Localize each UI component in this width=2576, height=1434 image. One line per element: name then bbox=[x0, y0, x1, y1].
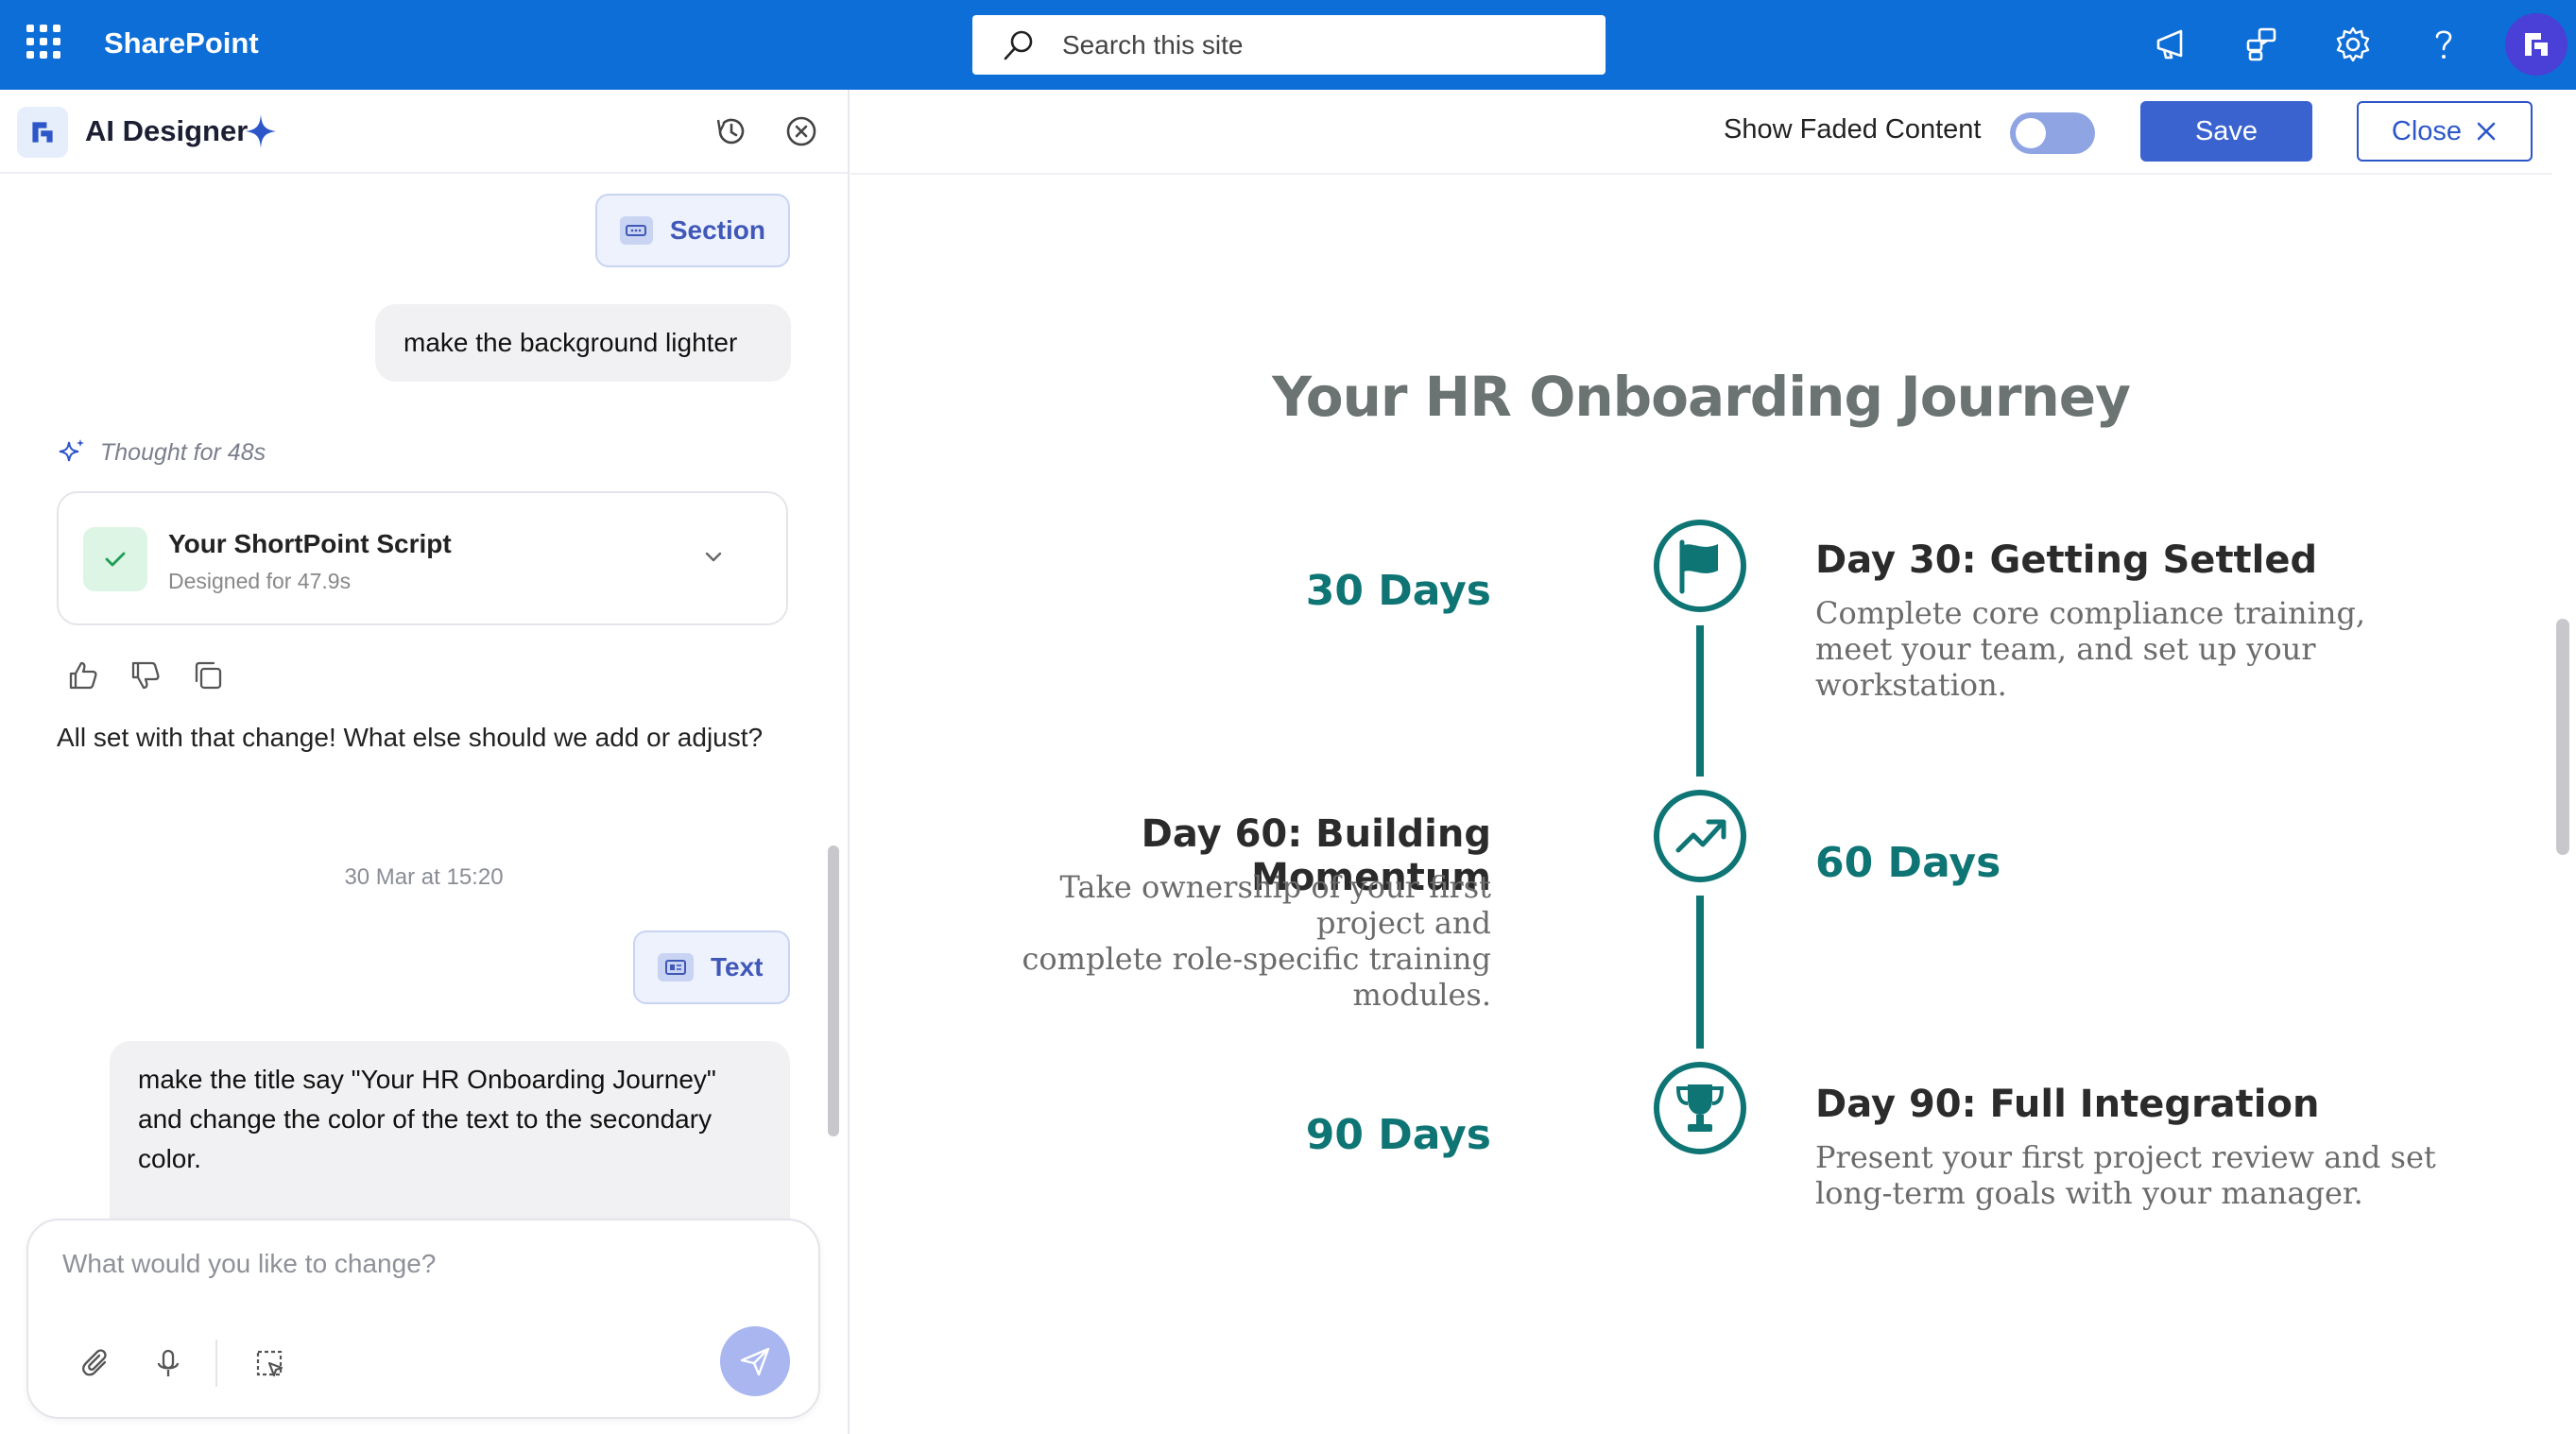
message-timestamp: 30 Mar at 15:20 bbox=[344, 864, 504, 890]
check-icon bbox=[83, 527, 147, 591]
page-title[interactable]: Your HR Onboarding Journey bbox=[850, 365, 2551, 429]
search-box[interactable] bbox=[972, 15, 1606, 75]
milestone-description: Take ownership of your first project and… bbox=[1022, 869, 1491, 1013]
send-icon bbox=[740, 1347, 770, 1376]
design-canvas[interactable]: Your HR Onboarding Journey 30 Days Day 3… bbox=[850, 176, 2551, 1434]
close-button[interactable]: Close bbox=[2357, 101, 2533, 162]
assistant-message: All set with that change! What else shou… bbox=[57, 723, 764, 752]
prompt-input[interactable] bbox=[62, 1249, 781, 1306]
app-launcher-icon[interactable] bbox=[26, 25, 60, 59]
section-context-chip[interactable]: Section bbox=[595, 194, 790, 267]
microphone-icon[interactable] bbox=[146, 1341, 191, 1387]
thumbs-down-icon[interactable] bbox=[129, 658, 163, 697]
thought-text: Thought for 48s bbox=[100, 438, 266, 466]
send-button[interactable] bbox=[720, 1326, 790, 1396]
close-icon bbox=[2477, 122, 2496, 141]
user-message: make the background lighter bbox=[375, 304, 791, 382]
message-feedback-bar bbox=[66, 658, 225, 697]
close-button-label: Close bbox=[2391, 115, 2463, 146]
milestone-description: Complete core compliance training, meet … bbox=[1815, 595, 2366, 703]
search-icon bbox=[1004, 30, 1033, 60]
milestone-days: 60 Days bbox=[1815, 839, 2001, 887]
section-icon bbox=[620, 216, 653, 245]
shortpoint-logo-icon bbox=[17, 107, 68, 158]
text-context-chip[interactable]: Text bbox=[633, 930, 790, 1004]
show-faded-content-toggle[interactable] bbox=[2010, 112, 2095, 154]
milestone-description: Present your first project review and se… bbox=[1815, 1139, 2436, 1211]
save-button[interactable]: Save bbox=[2140, 101, 2312, 162]
user-avatar[interactable] bbox=[2505, 13, 2567, 76]
canvas-scrollbar[interactable] bbox=[2556, 619, 2569, 855]
prompt-composer bbox=[26, 1219, 820, 1419]
milestone-days: 90 Days bbox=[1305, 1111, 1491, 1159]
milestone-days: 30 Days bbox=[1305, 567, 1491, 615]
milestone-title: Day 90: Full Integration bbox=[1815, 1083, 2320, 1126]
timeline-connector bbox=[1696, 625, 1704, 777]
chip-label: Section bbox=[669, 215, 765, 245]
app-brand[interactable]: SharePoint bbox=[104, 26, 259, 60]
thumbs-up-icon[interactable] bbox=[66, 658, 100, 697]
chat-history[interactable]: Section make the background lighter Thou… bbox=[0, 175, 848, 1280]
editor-toolbar: Show Faded Content Save Close bbox=[850, 90, 2552, 175]
show-faded-content-label: Show Faded Content bbox=[1724, 114, 1982, 145]
timeline-connector bbox=[1696, 896, 1704, 1049]
panel-header: AI Designer bbox=[0, 90, 848, 174]
flag-icon bbox=[1654, 520, 1746, 612]
script-duration: Designed for 47.9s bbox=[168, 569, 352, 593]
history-icon[interactable] bbox=[713, 112, 750, 155]
composer-divider bbox=[215, 1340, 217, 1387]
chat-scrollbar[interactable] bbox=[828, 845, 839, 1136]
megaphone-icon[interactable] bbox=[2148, 21, 2195, 68]
close-panel-icon[interactable] bbox=[782, 112, 820, 155]
milestone-title: Day 30: Getting Settled bbox=[1815, 538, 2318, 582]
share-network-icon[interactable] bbox=[2238, 21, 2285, 68]
chevron-down-icon[interactable] bbox=[701, 544, 726, 573]
help-icon[interactable] bbox=[2420, 21, 2467, 68]
search-input[interactable] bbox=[1062, 25, 1591, 65]
trending-up-icon bbox=[1654, 790, 1746, 882]
paperclip-icon[interactable] bbox=[74, 1341, 119, 1387]
chip-label: Text bbox=[711, 952, 764, 982]
select-element-icon[interactable] bbox=[248, 1341, 293, 1387]
trophy-icon bbox=[1654, 1062, 1746, 1154]
script-title: Your ShortPoint Script bbox=[168, 529, 452, 558]
sparkle-icon bbox=[244, 112, 278, 155]
copy-icon[interactable] bbox=[191, 658, 225, 697]
ai-designer-panel: AI Designer Section make the background … bbox=[0, 90, 850, 1434]
text-block-icon bbox=[658, 953, 694, 982]
gear-icon[interactable] bbox=[2329, 21, 2377, 68]
sparkles-icon bbox=[59, 439, 84, 462]
panel-title: AI Designer bbox=[85, 114, 249, 147]
thought-indicator[interactable]: Thought for 48s bbox=[57, 437, 266, 468]
toggle-knob bbox=[2016, 118, 2046, 148]
script-result-card[interactable]: Your ShortPoint Script Designed for 47.9… bbox=[57, 491, 788, 625]
suite-header: SharePoint bbox=[0, 0, 2576, 90]
